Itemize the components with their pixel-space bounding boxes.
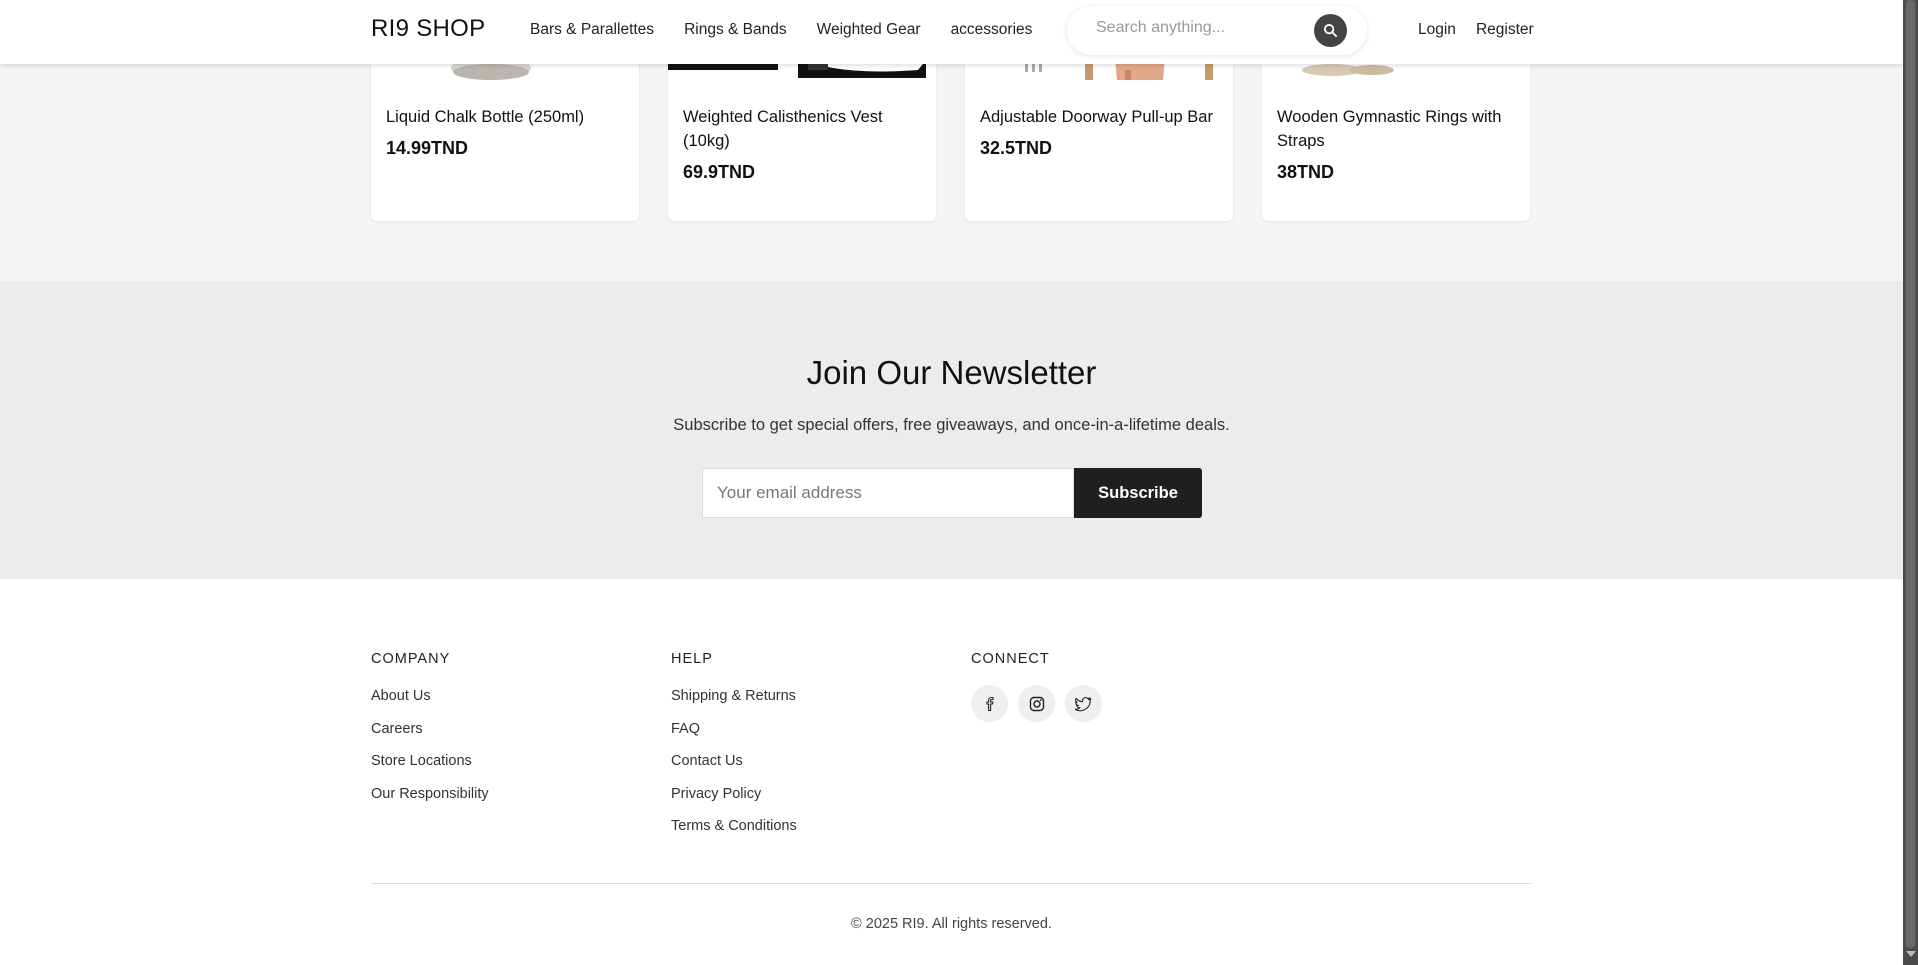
nav-weighted-gear[interactable]: Weighted Gear bbox=[817, 21, 921, 39]
search-icon bbox=[1323, 23, 1338, 38]
newsletter-title: Join Our Newsletter bbox=[806, 354, 1097, 391]
search-button[interactable] bbox=[1314, 14, 1347, 47]
footer-link-terms[interactable]: Terms & Conditions bbox=[671, 817, 797, 850]
site-footer: COMPANY About Us Careers Store Locations… bbox=[0, 579, 1903, 965]
nav-accessories[interactable]: accessories bbox=[951, 21, 1033, 39]
product-price: 69.9TND bbox=[683, 162, 756, 182]
footer-link-store-locations[interactable]: Store Locations bbox=[371, 752, 489, 785]
twitter-icon bbox=[1075, 696, 1092, 711]
vertical-scrollbar[interactable] bbox=[1903, 0, 1918, 965]
product-card[interactable]: Adjustable Doorway Pull-up Bar 32.5TND bbox=[965, 40, 1233, 221]
facebook-icon bbox=[985, 696, 994, 711]
main-nav: Bars & Parallettes Rings & Bands Weighte… bbox=[530, 21, 1062, 39]
newsletter-section: Join Our Newsletter Subscribe to get spe… bbox=[0, 281, 1903, 579]
auth-links: Login Register bbox=[1418, 21, 1554, 39]
footer-connect: CONNECT bbox=[971, 651, 1102, 722]
footer-company: COMPANY About Us Careers Store Locations… bbox=[371, 651, 489, 817]
copyright-text: © 2025 RI9. All rights reserved. bbox=[851, 916, 1052, 932]
footer-divider bbox=[371, 883, 1531, 884]
footer-link-about[interactable]: About Us bbox=[371, 687, 489, 720]
footer-link-privacy[interactable]: Privacy Policy bbox=[671, 785, 797, 818]
newsletter-subtitle: Subscribe to get special offers, free gi… bbox=[673, 416, 1230, 434]
login-link[interactable]: Login bbox=[1418, 21, 1456, 39]
footer-link-shipping[interactable]: Shipping & Returns bbox=[671, 687, 797, 720]
footer-heading: HELP bbox=[671, 651, 713, 667]
page-viewport: Liquid Chalk Bottle (250ml) 14.99TND Wei… bbox=[0, 0, 1903, 965]
footer-heading: CONNECT bbox=[971, 651, 1050, 667]
footer-link-careers[interactable]: Careers bbox=[371, 720, 489, 753]
search-input[interactable] bbox=[1096, 19, 1306, 37]
social-links bbox=[971, 685, 1102, 722]
product-card[interactable]: Wooden Gymnastic Rings with Straps 38TND bbox=[1262, 40, 1530, 221]
footer-link-contact[interactable]: Contact Us bbox=[671, 752, 797, 785]
site-header: RI9 SHOP Bars & Parallettes Rings & Band… bbox=[0, 0, 1903, 64]
product-price: 32.5TND bbox=[980, 138, 1053, 158]
product-card[interactable]: Weighted Calisthenics Vest (10kg) 69.9TN… bbox=[668, 40, 936, 221]
nav-bars-parallettes[interactable]: Bars & Parallettes bbox=[530, 21, 654, 39]
register-link[interactable]: Register bbox=[1476, 21, 1534, 39]
product-name[interactable]: Adjustable Doorway Pull-up Bar bbox=[980, 105, 1220, 129]
instagram-link[interactable] bbox=[1018, 685, 1055, 722]
email-field[interactable] bbox=[702, 468, 1074, 518]
search-box bbox=[1067, 6, 1367, 55]
product-price: 38TND bbox=[1277, 162, 1335, 182]
footer-link-faq[interactable]: FAQ bbox=[671, 720, 797, 753]
facebook-link[interactable] bbox=[971, 685, 1008, 722]
product-price: 14.99TND bbox=[386, 138, 469, 158]
product-grid: Liquid Chalk Bottle (250ml) 14.99TND Wei… bbox=[371, 40, 1531, 221]
nav-rings-bands[interactable]: Rings & Bands bbox=[684, 21, 787, 39]
product-name[interactable]: Weighted Calisthenics Vest (10kg) bbox=[683, 105, 923, 153]
subscribe-button[interactable]: Subscribe bbox=[1074, 468, 1202, 518]
newsletter-form: Subscribe bbox=[702, 468, 1202, 518]
product-name[interactable]: Liquid Chalk Bottle (250ml) bbox=[386, 105, 626, 129]
twitter-link[interactable] bbox=[1065, 685, 1102, 722]
product-card[interactable]: Liquid Chalk Bottle (250ml) 14.99TND bbox=[371, 40, 639, 221]
footer-help: HELP Shipping & Returns FAQ Contact Us P… bbox=[671, 651, 797, 850]
brand-logo[interactable]: RI9 SHOP bbox=[371, 15, 485, 43]
footer-heading: COMPANY bbox=[371, 651, 451, 667]
scroll-down-arrow-icon[interactable] bbox=[1906, 951, 1916, 957]
product-name[interactable]: Wooden Gymnastic Rings with Straps bbox=[1277, 105, 1517, 153]
scrollbar-thumb[interactable] bbox=[1906, 0, 1915, 948]
footer-link-responsibility[interactable]: Our Responsibility bbox=[371, 785, 489, 818]
instagram-icon bbox=[1029, 696, 1044, 711]
